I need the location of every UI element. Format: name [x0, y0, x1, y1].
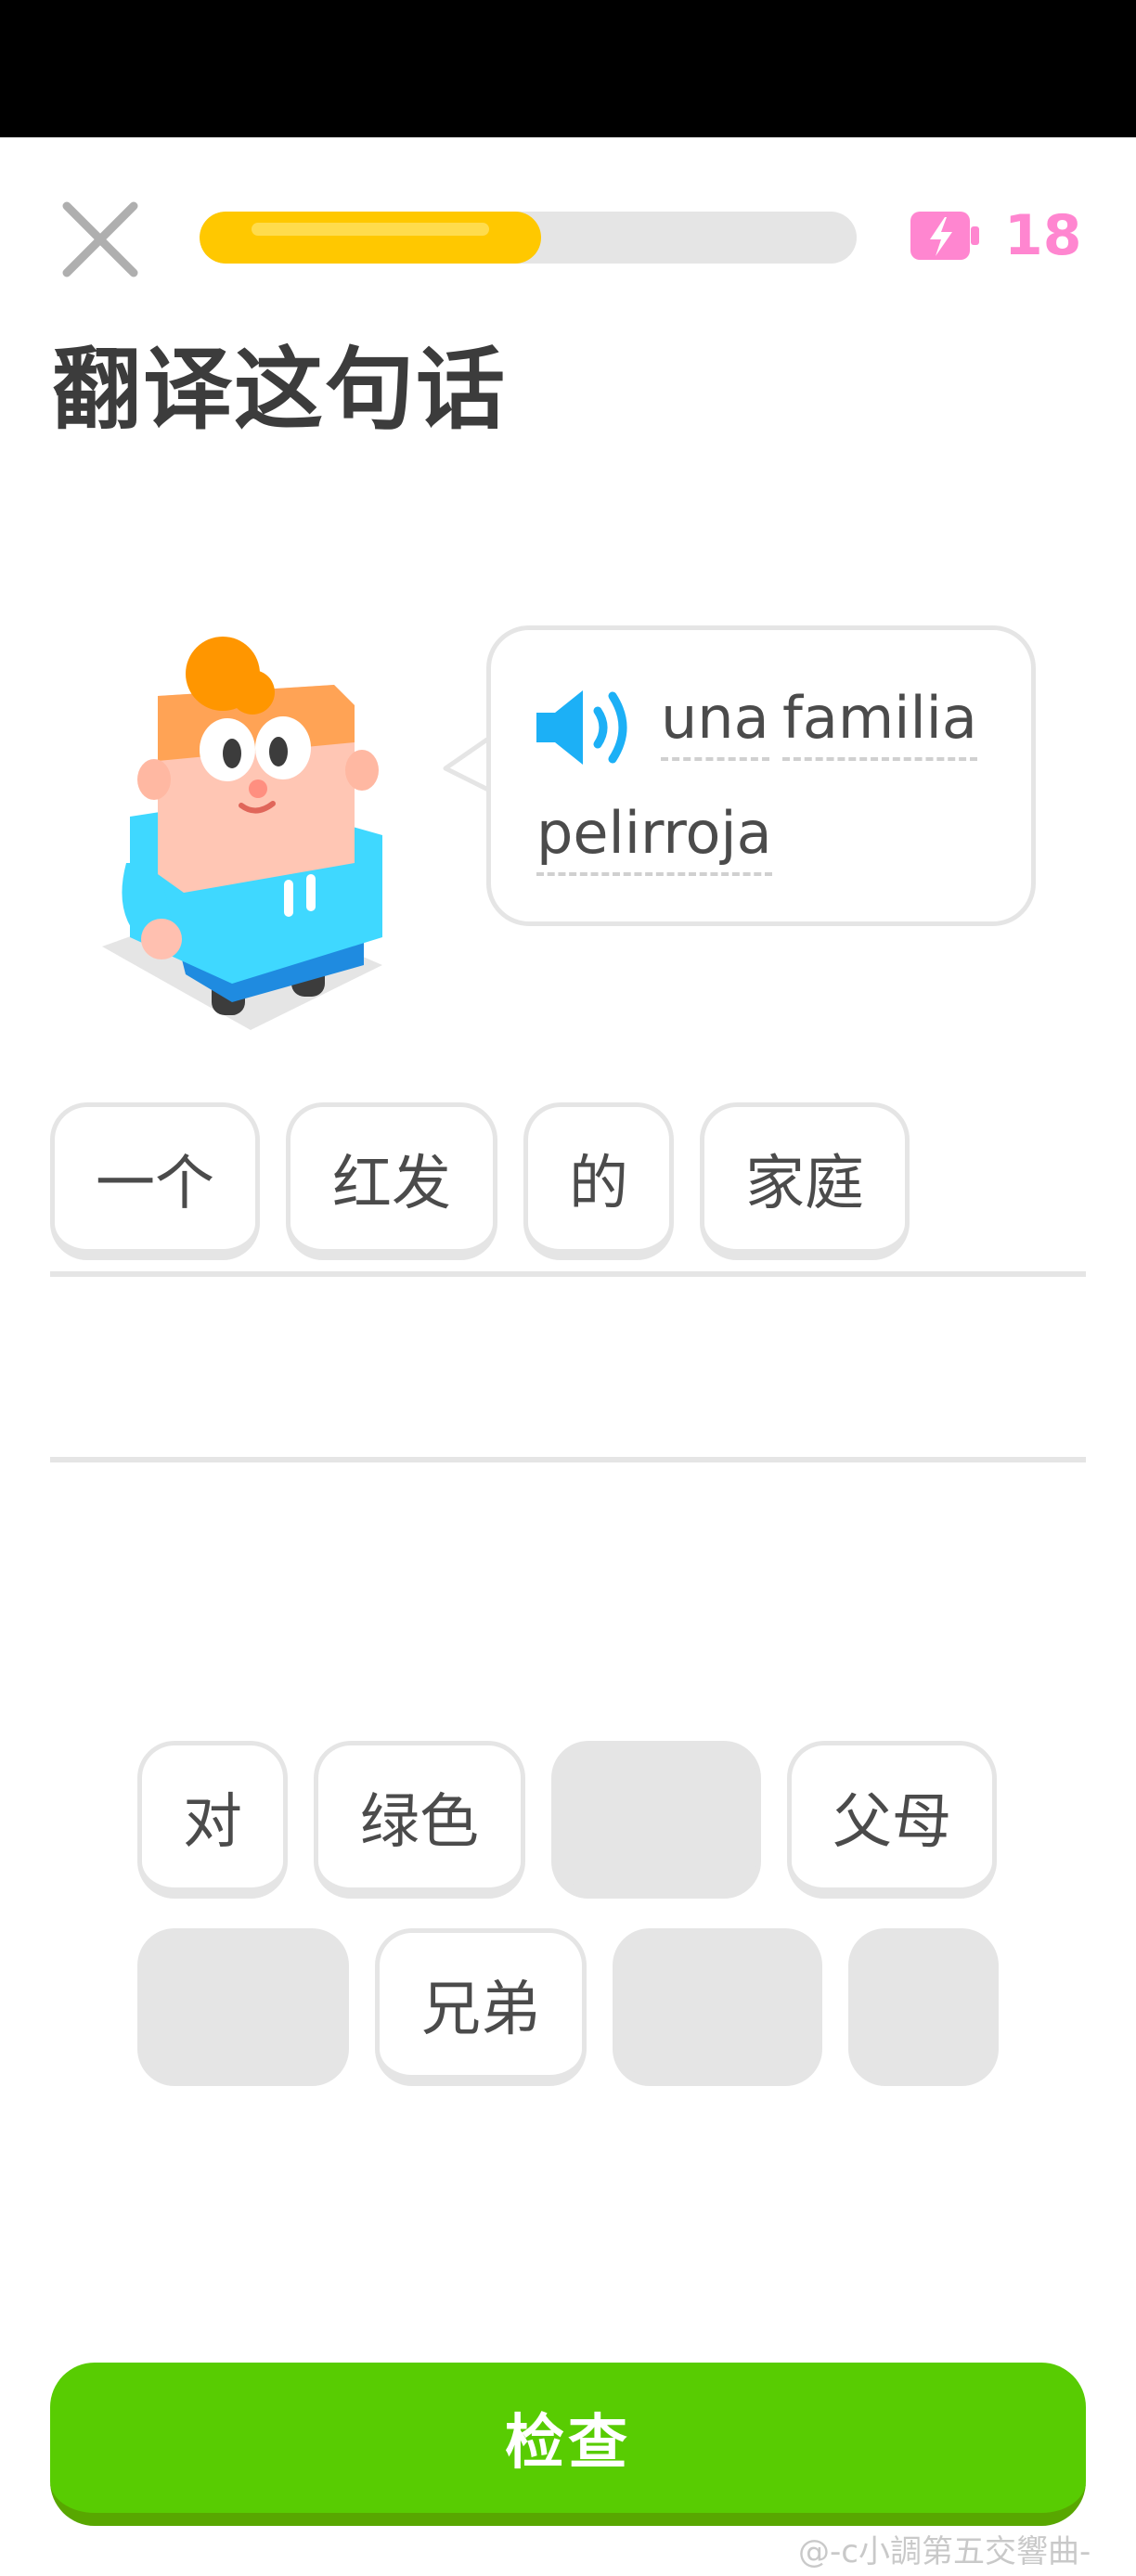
speech-bubble [486, 625, 1036, 926]
word-bank-slot-empty [551, 1741, 761, 1899]
word-bank-tile[interactable]: 兄弟 [375, 1928, 587, 2086]
word-bank-tile[interactable]: 绿色 [314, 1741, 525, 1899]
prompt-word-familia[interactable]: familia [782, 681, 977, 761]
character-illustration [93, 631, 399, 1049]
answer-tile[interactable]: 一个 [50, 1102, 260, 1260]
watermark: @-c小調第五交響曲- [798, 2533, 1091, 2570]
answer-tile[interactable]: 的 [523, 1102, 674, 1260]
progress-fill [200, 212, 542, 264]
energy-battery-icon [908, 206, 982, 265]
answer-tile[interactable]: 红发 [286, 1102, 497, 1260]
word-bank-slot-empty [848, 1928, 999, 2086]
check-button[interactable]: 检查 [50, 2363, 1086, 2526]
word-bank-tile[interactable]: 对 [137, 1741, 288, 1899]
word-bank-slot-empty [137, 1928, 349, 2086]
close-icon[interactable] [56, 195, 145, 284]
word-bank-tile[interactable]: 父母 [787, 1741, 997, 1899]
answer-line [50, 1457, 1086, 1462]
progress-bar [200, 212, 857, 264]
prompt-word-pelirroja[interactable]: pelirroja [536, 796, 772, 876]
status-bar [0, 0, 1136, 137]
progress-highlight [252, 223, 490, 236]
speaker-icon[interactable] [533, 683, 635, 772]
page-title: 翻译这句话 [52, 338, 507, 442]
answer-line [50, 1271, 1086, 1277]
energy-count: 18 [1004, 203, 1082, 268]
prompt-word-una[interactable]: una [661, 681, 769, 761]
answer-tile[interactable]: 家庭 [700, 1102, 910, 1260]
word-bank-slot-empty [613, 1928, 822, 2086]
